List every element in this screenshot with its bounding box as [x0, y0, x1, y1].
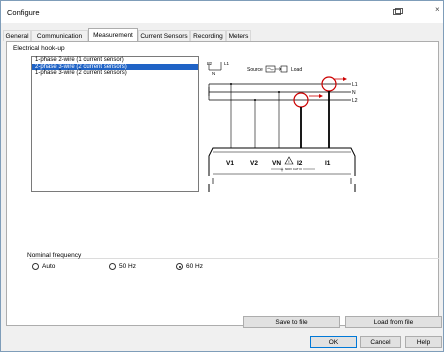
title-bar: Configure × — [1, 1, 443, 23]
close-icon[interactable]: × — [435, 6, 443, 14]
source-label: Source — [247, 67, 263, 73]
configure-window: Configure × General Communication Measur… — [0, 0, 444, 352]
legend-top: L2 — [207, 61, 213, 66]
radio-auto-label[interactable]: Auto — [42, 263, 55, 270]
legend-right: L1 — [224, 61, 230, 66]
tab-measurement[interactable]: Measurement — [88, 28, 138, 42]
legend-bottom: N — [212, 71, 215, 76]
load-from-file-button[interactable]: Load from file — [345, 316, 442, 328]
hookup-group-label: Electrical hook-up — [13, 45, 65, 52]
hookup-listbox[interactable]: 1-phase 2-wire (1 current sensor) 2-phas… — [31, 56, 199, 192]
radio-60hz-circle[interactable] — [176, 263, 183, 270]
help-button[interactable]: Help — [405, 336, 442, 348]
radio-auto-circle[interactable] — [32, 263, 39, 270]
window-title: Configure — [7, 8, 40, 17]
terminal-v2: V2 — [250, 160, 258, 167]
svg-text:!: ! — [288, 159, 289, 164]
save-to-file-button[interactable]: Save to file — [243, 316, 340, 328]
tab-communication[interactable]: Communication — [31, 30, 88, 41]
load-symbol-icon — [280, 65, 288, 73]
radio-50hz-label[interactable]: 50 Hz — [119, 263, 136, 270]
list-item[interactable]: 1-phase 3-wire (2 current sensors) — [32, 70, 198, 77]
load-label: Load — [291, 67, 302, 73]
terminal-i2: I2 — [297, 160, 303, 167]
frequency-group-divider — [29, 258, 439, 259]
frequency-group-label: Nominal frequency — [27, 252, 82, 259]
terminal-vn: VN — [272, 160, 281, 167]
ground-symbol-icon: ⏚ — [280, 166, 284, 172]
line-l1-label: L1 — [352, 82, 358, 88]
tab-meters[interactable]: Meters — [226, 30, 251, 41]
rating-label: 600V CAT III — [285, 167, 302, 171]
ok-button[interactable]: OK — [310, 336, 357, 348]
tab-recording[interactable]: Recording — [190, 30, 226, 41]
tab-current-sensors[interactable]: Current Sensors — [138, 30, 190, 41]
wiring-diagram: L2 L1 N Source Load L1 N L2 V1 V2 VN I2 … — [207, 61, 358, 192]
terminal-v1: V1 — [226, 160, 234, 167]
line-l2-label: L2 — [352, 98, 358, 104]
radio-60hz-label[interactable]: 60 Hz — [186, 263, 203, 270]
terminal-i1: I1 — [325, 160, 331, 167]
tab-general[interactable]: General — [3, 30, 31, 41]
restore-window-icon[interactable] — [393, 8, 403, 15]
radio-50hz-circle[interactable] — [109, 263, 116, 270]
line-n-label: N — [352, 90, 356, 96]
cancel-button[interactable]: Cancel — [360, 336, 401, 348]
phase-legend: L2 L1 N — [207, 61, 230, 76]
